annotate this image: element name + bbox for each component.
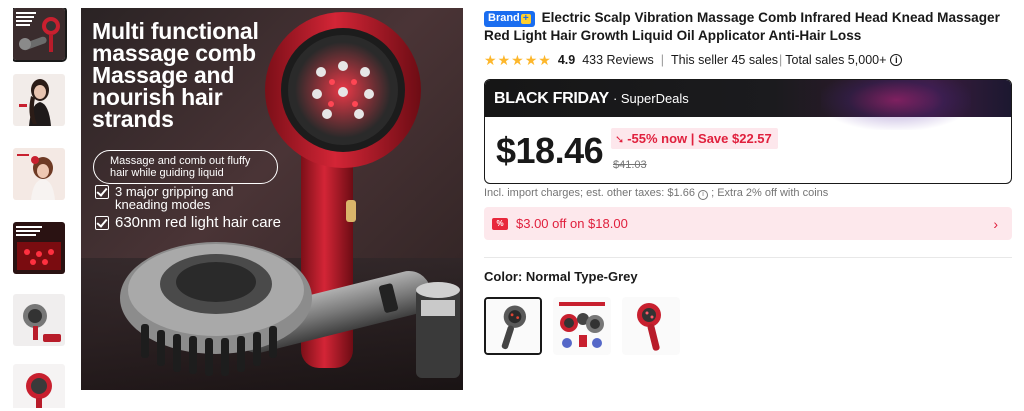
hero-feature-text: 3 major gripping and kneading modes — [115, 184, 234, 212]
seller-sales: This seller 45 sales — [671, 53, 779, 67]
star-icon: ★ — [538, 52, 551, 68]
separator: | — [779, 53, 783, 67]
hero-title-line: nourish hair — [92, 84, 223, 110]
swatch-image — [622, 297, 680, 355]
brand-badge-label: Brand — [488, 12, 520, 24]
coupon-icon: % — [492, 217, 508, 230]
hero-feature: 630nm red light hair care — [95, 214, 281, 231]
hero-title-line: massage comb — [92, 40, 256, 66]
tax-text: Incl. import charges; est. other taxes: … — [484, 187, 695, 199]
hero-feature: 3 major gripping and kneading modes — [95, 185, 255, 211]
discount-badge: ➘ -55% now | Save $22.57 — [611, 128, 778, 149]
star-icon: ★ — [484, 52, 497, 68]
thumbnail-image — [13, 222, 65, 274]
info-icon[interactable]: i — [890, 54, 903, 66]
superdeals-price-box: BLACK FRIDAY · SuperDeals $18.46 ➘ -55% n… — [484, 79, 1012, 184]
hero-title-line: Multi functional — [92, 18, 259, 44]
thumbnail-list — [13, 8, 67, 408]
thumbnail-image — [13, 8, 65, 60]
thumbnail-image — [13, 294, 65, 346]
product-title-text: Electric Scalp Vibration Massage Comb In… — [484, 10, 1000, 43]
event-label: BLACK FRIDAY — [494, 89, 609, 107]
star-rating[interactable]: ★ ★ ★ ★ ★ — [484, 53, 552, 67]
color-option-red-light-set[interactable] — [553, 297, 611, 355]
thumbnail-5[interactable] — [13, 294, 65, 346]
swatch-image — [553, 297, 611, 355]
current-price: $18.46 — [496, 130, 604, 171]
plus-icon: + — [520, 14, 531, 24]
thumbnail-2[interactable] — [13, 74, 65, 126]
thumbnail-6[interactable] — [13, 364, 65, 408]
price-area: $18.46 ➘ -55% now | Save $22.57 $41.03 — [485, 117, 1011, 183]
coupon-text: $3.00 off on $18.00 — [516, 216, 628, 231]
hero-title-line: strands — [92, 106, 174, 132]
thumbnail-1[interactable] — [13, 8, 67, 62]
hero-feature-text: 630nm red light hair care — [115, 214, 281, 231]
black-friday-banner: BLACK FRIDAY · SuperDeals — [485, 80, 1011, 130]
product-info-panel: Brand + Electric Scalp Vibration Massage … — [484, 0, 1014, 411]
chevron-right-icon: › — [993, 216, 998, 232]
hero-tagline-pill: Massage and comb out fluffy hair while g… — [93, 150, 278, 184]
down-arrow-icon: ➘ — [615, 134, 625, 146]
program-label: · SuperDeals — [612, 91, 689, 106]
swatch-image — [486, 299, 540, 353]
tax-note: Incl. import charges; est. other taxes: … — [484, 187, 828, 200]
product-title: Brand + Electric Scalp Vibration Massage … — [484, 9, 1009, 45]
star-icon: ★ — [497, 52, 511, 68]
brand-plus-badge[interactable]: Brand + — [484, 11, 535, 27]
main-product-image[interactable]: Multi functional massage comb Massage an… — [81, 8, 463, 390]
rating-row: ★ ★ ★ ★ ★ 4.9 433 Reviews | This seller … — [484, 52, 903, 68]
separator: | — [660, 53, 665, 67]
thumbnail-image — [13, 74, 65, 126]
star-icon: ★ — [524, 52, 538, 68]
divider — [484, 257, 1012, 258]
checkbox-icon — [95, 216, 109, 230]
color-label: Color: Normal Type-Grey — [484, 269, 638, 284]
discount-text: -55% now | Save $22.57 — [627, 131, 772, 146]
hero-title-line: Massage and — [92, 62, 235, 88]
color-option-red[interactable] — [622, 297, 680, 355]
color-label-value: Normal Type-Grey — [525, 269, 638, 284]
thumbnail-4[interactable] — [13, 222, 65, 274]
star-icon: ★ — [511, 52, 524, 68]
checkbox-icon — [95, 185, 109, 199]
color-option-grey[interactable] — [484, 297, 542, 355]
coupon-bar[interactable]: % $3.00 off on $18.00 › — [484, 207, 1012, 240]
color-label-key: Color: — [484, 269, 523, 284]
hero-title: Multi functional massage comb Massage an… — [92, 18, 292, 132]
thumbnail-image — [13, 364, 65, 408]
info-icon[interactable]: i — [698, 190, 709, 200]
thumbnail-image — [13, 148, 65, 200]
original-price: $41.03 — [613, 159, 647, 171]
reviews-link[interactable]: 433 Reviews — [582, 53, 654, 67]
rating-score: 4.9 — [557, 53, 576, 67]
coins-text: ; Extra 2% off with coins — [711, 187, 829, 199]
total-sales: Total sales 5,000+ — [785, 53, 887, 67]
thumbnail-3[interactable] — [13, 148, 65, 200]
